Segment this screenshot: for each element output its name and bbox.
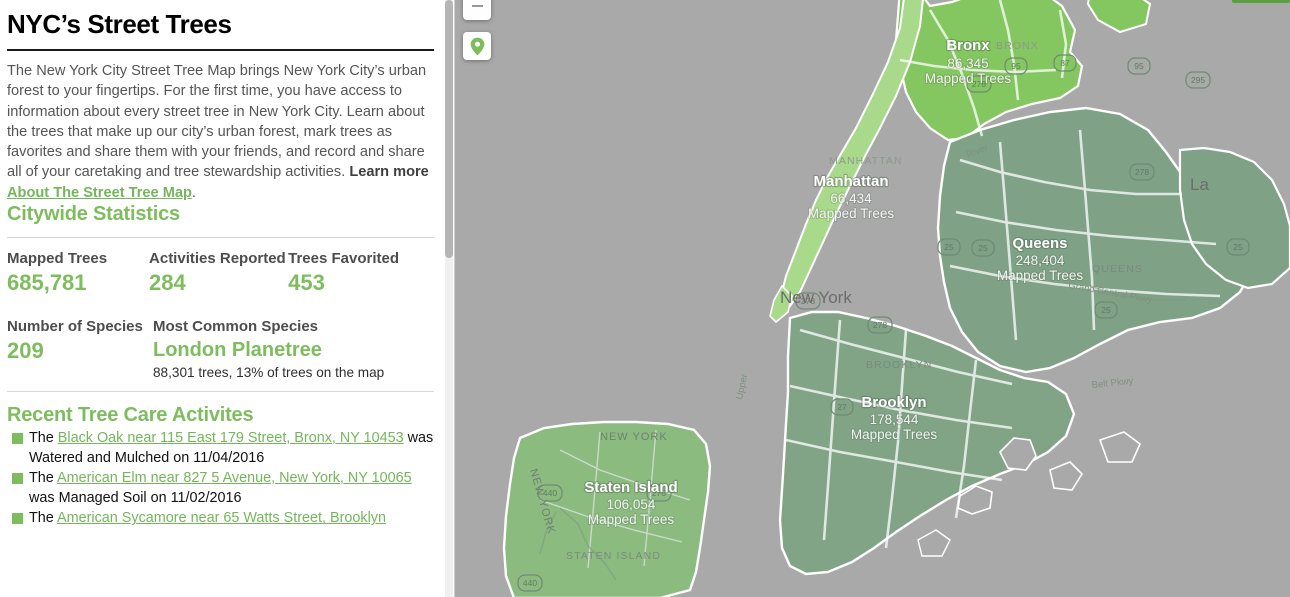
svg-text:440: 440 (523, 578, 537, 588)
svg-text:86,345: 86,345 (947, 56, 988, 71)
statistics-divider (7, 237, 434, 239)
info-sidebar: NYC’s Street Trees The New York City Str… (0, 0, 455, 597)
stat-value: 284 (149, 270, 186, 296)
activities-divider (7, 391, 434, 393)
svg-text:Queens: Queens (1012, 235, 1067, 252)
stat-label: Activities Reported (149, 250, 286, 268)
svg-text:66,434: 66,434 (830, 191, 872, 206)
svg-text:27: 27 (837, 402, 847, 412)
map-label-long-island-town: La (1190, 175, 1209, 194)
activity-tree-link[interactable]: Black Oak near 115 East 179 Street, Bron… (58, 430, 404, 446)
activity-list: The Black Oak near 115 East 179 Street, … (7, 429, 434, 529)
svg-text:248,404: 248,404 (1016, 253, 1065, 268)
list-item: The American Elm near 827 5 Avenue, New … (7, 469, 434, 508)
map-pin-icon (470, 37, 484, 55)
map-label-new-york-city: New York (780, 288, 852, 307)
stat-activities-reported: Activities Reported 284 (149, 250, 288, 296)
scrollbar-thumb[interactable] (445, 0, 453, 258)
svg-text:25: 25 (978, 243, 988, 253)
citywide-statistics-heading: Citywide Statistics (7, 203, 180, 226)
stat-label: Mapped Trees (7, 250, 108, 268)
minus-icon (471, 5, 483, 7)
stat-value: 685,781 (7, 270, 87, 296)
svg-text:178,544: 178,544 (870, 412, 919, 427)
svg-text:95: 95 (1011, 61, 1021, 71)
svg-text:278: 278 (873, 320, 887, 330)
tree-marker-icon (12, 433, 23, 445)
activity-prefix: The (29, 470, 58, 487)
map-label-staten-island-caps: STATEN ISLAND (566, 550, 661, 562)
recent-activities-heading: Recent Tree Care Activites (7, 404, 254, 427)
svg-text:Mapped Trees: Mapped Trees (925, 71, 1012, 86)
svg-text:25: 25 (944, 242, 954, 252)
stat-value: London Planetree (153, 339, 322, 362)
stat-label: Most Common Species (153, 318, 319, 336)
about-street-tree-map-link[interactable]: About The Street Tree Map (7, 185, 192, 201)
activity-tree-link[interactable]: American Sycamore near 65 Watts Street, … (57, 510, 386, 526)
intro-paragraph: The New York City Street Tree Map brings… (7, 61, 434, 203)
svg-text:25: 25 (1233, 242, 1243, 252)
svg-text:25: 25 (1101, 305, 1111, 315)
statistics-row-1: Mapped Trees 685,781 Activities Reported… (7, 250, 434, 296)
stat-mapped-trees: Mapped Trees 685,781 (7, 250, 149, 296)
statistics-row-2: Number of Species 209 Most Common Specie… (7, 318, 434, 380)
map-label-queens-caps: QUEENS (1092, 263, 1143, 275)
activity-suffix: was Managed Soil on 11/02/2016 (29, 489, 242, 506)
svg-text:295: 295 (1191, 75, 1205, 85)
stat-label: Trees Favorited (288, 250, 399, 268)
activity-prefix: The (29, 510, 58, 527)
tree-marker-icon (12, 513, 23, 525)
list-item: The Black Oak near 115 East 179 Street, … (7, 429, 434, 468)
locate-me-button[interactable] (463, 32, 491, 60)
sidebar-scrollbar[interactable] (445, 0, 453, 597)
learn-more-text: Learn more (349, 164, 429, 181)
svg-text:Mapped Trees: Mapped Trees (808, 206, 895, 221)
activity-tree-link[interactable]: American Elm near 827 5 Avenue, New York… (57, 470, 412, 486)
svg-text:87: 87 (1060, 58, 1070, 68)
stat-value: 209 (7, 338, 44, 364)
stat-subtext: 88,301 trees, 13% of trees on the map (153, 365, 385, 381)
page-title: NYC’s Street Trees (7, 9, 232, 39)
svg-text:Mapped Trees: Mapped Trees (997, 268, 1084, 283)
svg-text:Brooklyn: Brooklyn (861, 394, 926, 411)
svg-text:278: 278 (1135, 167, 1149, 177)
svg-text:95: 95 (1134, 61, 1144, 71)
intro-period: . (191, 184, 196, 201)
stat-trees-favorited: Trees Favorited 453 (288, 250, 434, 296)
zoom-out-button[interactable] (463, 0, 491, 20)
stat-label: Number of Species (7, 318, 143, 336)
list-item: The American Sycamore near 65 Watts Stre… (7, 509, 434, 529)
stat-most-common-species: Most Common Species London Planetree 88,… (153, 318, 384, 380)
map-top-right-control[interactable] (1232, 0, 1290, 3)
street-tree-map-app: 95 95 87 295 278 278 278 25 25 25 25 27 … (0, 0, 1290, 597)
svg-text:Mapped Trees: Mapped Trees (851, 427, 938, 442)
svg-text:Mapped Trees: Mapped Trees (588, 512, 675, 527)
svg-text:Bronx: Bronx (946, 37, 990, 54)
svg-text:106,054: 106,054 (607, 497, 656, 512)
stat-number-of-species: Number of Species 209 (7, 318, 153, 380)
svg-text:Staten Island: Staten Island (584, 479, 677, 496)
stat-value: 453 (288, 270, 325, 296)
map-label-brooklyn-caps: BROOKLYN (866, 359, 932, 371)
title-divider (7, 49, 434, 51)
svg-text:Manhattan: Manhattan (814, 173, 889, 190)
map-label-bronx-caps: BRONX (996, 40, 1039, 52)
tree-marker-icon (12, 473, 23, 485)
map-label-manhattan-caps: MANHATTAN (829, 155, 903, 167)
map-label-new-york-state-si: NEW YORK (600, 431, 668, 443)
activity-prefix: The (29, 430, 58, 447)
intro-text: The New York City Street Tree Map brings… (7, 63, 427, 181)
